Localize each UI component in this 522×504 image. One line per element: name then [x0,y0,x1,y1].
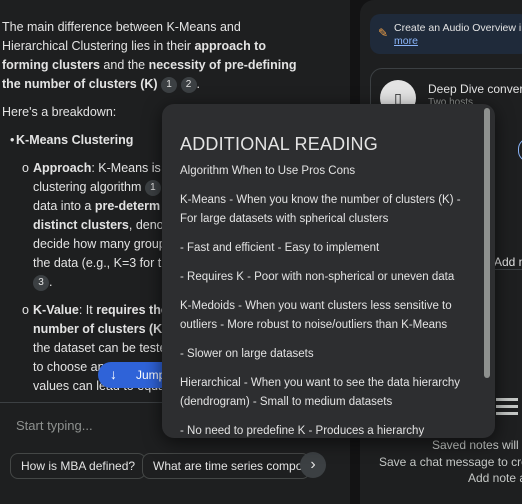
audio-overview-title: Create an Audio Overview in [394,22,522,34]
chat-input[interactable]: Start typing... [16,418,93,433]
popup-line: Hierarchical - When you want to see the … [180,377,460,408]
add-note-button[interactable]: Add n [494,255,522,269]
popup-line: - Slower on large datasets [180,348,314,360]
intro-bold-forming: forming clusters [2,58,100,72]
approach-text-6: the data (e.g., K=3 for thre [33,256,180,270]
saved-notes-text-1: Saved notes will [432,438,519,452]
popup-line: - No need to predefine K - Produces a hi… [180,425,425,437]
intro-bold-necessity: necessity of pre-defining [148,58,297,72]
popup-line: - Requires K - Poor with non-spherical o… [180,271,455,283]
additional-reading-popup: ADDITIONAL READING Algorithm When to Use… [162,104,495,438]
approach-text-3: data into a [33,199,95,213]
intro-line-2: Hierarchical Clustering lies in their [2,39,195,53]
suggestion-chip[interactable]: What are time series compon [142,453,310,479]
citation-2[interactable]: 2 [180,76,197,93]
notes-icon [496,398,518,424]
popup-scrollbar[interactable] [484,108,490,378]
bullet: • [10,133,15,147]
kvalue-text-1: : It [78,303,97,317]
saved-notes-text-3: Add note a [468,471,522,485]
popup-line: K-Medoids - When you want clusters less … [180,300,452,331]
arrow-down-icon: ↓ [110,366,117,382]
approach-label: Approach [33,161,92,175]
deep-dive-title: Deep Dive convers [428,82,522,96]
audio-overview-card[interactable]: ✎ Create an Audio Overview in more [370,14,522,54]
kvalue-label: K-Value [33,303,79,317]
popup-body: Algorithm When to Use Pros Cons K-Means … [180,162,480,438]
popup-line: - Fast and efficient - Easy to implement [180,242,380,254]
citation-3[interactable]: 3 [33,274,49,291]
sub-bullet: o [22,303,29,317]
jump-label: Jump [136,368,166,382]
citation-1b[interactable]: 1 [144,179,161,196]
suggestion-chip[interactable]: How is MBA defined? [10,453,146,479]
intro-bold-k: the number of clusters (K) [2,77,158,91]
kvalue-bold-2: number of clusters (K) b [33,322,178,336]
popup-line: K-Means - When you know the number of cl… [180,194,461,225]
citation-1[interactable]: 1 [161,76,178,93]
kvalue-text-4: to choose an [33,360,105,374]
approach-bold-4: distinct clusters [33,218,129,232]
popup-title: ADDITIONAL READING [180,134,378,154]
approach-text-2: clustering algorithm [33,180,142,194]
chevron-right-icon[interactable]: › [300,452,326,478]
approach-bold-3: pre-determ [94,199,161,213]
intro-line-1: The main difference between K-Means and [2,20,241,34]
popup-line: Algorithm When to Use Pros Cons [180,165,356,177]
saved-notes-text-2: Save a chat message to cre [379,455,522,469]
sub-bullet: o [22,161,29,175]
intro-and: and the [99,58,149,72]
intro-bold-approach: approach to [194,39,266,53]
pencil-icon: ✎ [378,26,389,40]
section-kmeans-title: K-Means Clustering [16,133,134,147]
kvalue-text-3: the dataset can be tested [33,341,174,355]
approach-text-5: decide how many groups [33,237,172,251]
intro-paragraph: The main difference between K-Means and … [2,20,297,93]
learn-more-link[interactable]: more [394,35,418,47]
